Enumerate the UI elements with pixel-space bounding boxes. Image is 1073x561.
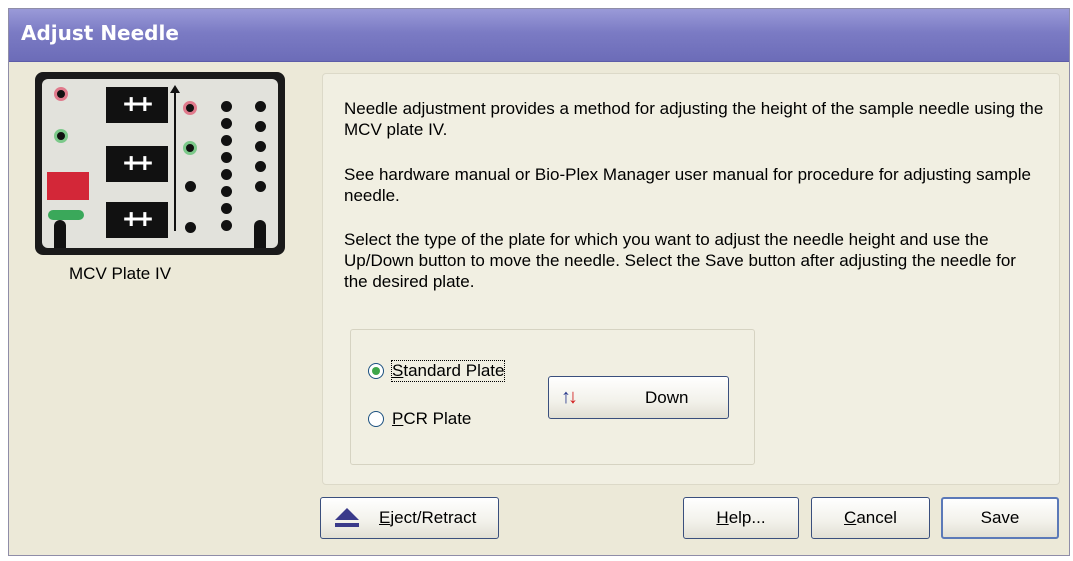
- up-down-arrows-icon: ↑↓: [561, 386, 578, 408]
- well-dot: [221, 220, 232, 231]
- well-dot: [185, 222, 196, 233]
- mcv-plate-image: ++ ++ ++: [35, 72, 285, 255]
- red-marker-icon: [47, 172, 89, 200]
- help-button[interactable]: Help...: [683, 497, 799, 539]
- green-ring-icon: [54, 129, 68, 143]
- instructions-paragraph-1: Needle adjustment provides a method for …: [344, 99, 1044, 139]
- standard-plate-radio[interactable]: Standard Plate: [368, 360, 506, 382]
- up-arrow-icon: [170, 85, 180, 93]
- radio-unselected-icon[interactable]: [368, 411, 384, 427]
- pcr-plate-label-rest: CR Plate: [403, 409, 472, 428]
- plate-caption: MCV Plate IV: [69, 264, 172, 283]
- plate-surface: ++ ++ ++: [42, 79, 278, 248]
- well-dot: [221, 101, 232, 112]
- well-dot: [221, 152, 232, 163]
- red-ring-icon: [54, 87, 68, 101]
- well-block-icon: ++: [106, 87, 168, 123]
- radio-selected-icon[interactable]: [368, 363, 384, 379]
- green-ring-icon: [183, 141, 197, 155]
- well-block-icon: ++: [106, 202, 168, 238]
- eject-icon: [333, 506, 363, 530]
- instructions-panel: Needle adjustment provides a method for …: [322, 73, 1060, 485]
- standard-plate-label-rest: tandard Plate: [403, 361, 505, 380]
- well-dot: [255, 141, 266, 152]
- pcr-plate-label[interactable]: PCR Plate: [392, 409, 471, 429]
- plate-post: [254, 220, 266, 248]
- eject-retract-button[interactable]: Eject/Retract: [320, 497, 499, 539]
- well-dot: [255, 101, 266, 112]
- well-dot: [221, 118, 232, 129]
- instructions-paragraph-2: See hardware manual or Bio-Plex Manager …: [344, 165, 1031, 205]
- save-button[interactable]: Save: [941, 497, 1059, 539]
- well-dot: [185, 181, 196, 192]
- adjust-needle-dialog: Adjust Needle ++ ++ ++ MCV Plate IV Need…: [8, 8, 1070, 556]
- save-button-label: Save: [980, 508, 1020, 527]
- dialog-title: Adjust Needle: [21, 21, 179, 45]
- help-button-label: Help...: [716, 508, 766, 527]
- well-dot: [221, 186, 232, 197]
- well-dot: [221, 203, 232, 214]
- green-label-icon: [48, 210, 84, 220]
- vertical-line: [174, 91, 176, 231]
- well-dot: [255, 181, 266, 192]
- plate-post: [54, 220, 66, 248]
- up-down-button-label: Down: [645, 387, 689, 407]
- standard-plate-label[interactable]: Standard Plate: [390, 360, 506, 382]
- cancel-button-label: Cancel: [844, 508, 897, 527]
- well-dot: [221, 169, 232, 180]
- well-dot: [221, 135, 232, 146]
- well-dot: [255, 121, 266, 132]
- red-ring-icon: [183, 101, 197, 115]
- instructions-paragraph-3: Select the type of the plate for which y…: [344, 230, 1016, 291]
- pcr-plate-radio[interactable]: PCR Plate: [368, 409, 471, 429]
- cancel-button[interactable]: Cancel: [811, 497, 930, 539]
- eject-retract-label: Eject/Retract: [379, 508, 477, 527]
- well-dot: [255, 161, 266, 172]
- title-bar[interactable]: Adjust Needle: [9, 9, 1069, 62]
- up-down-button[interactable]: ↑↓ Down: [548, 376, 729, 419]
- well-block-icon: ++: [106, 146, 168, 182]
